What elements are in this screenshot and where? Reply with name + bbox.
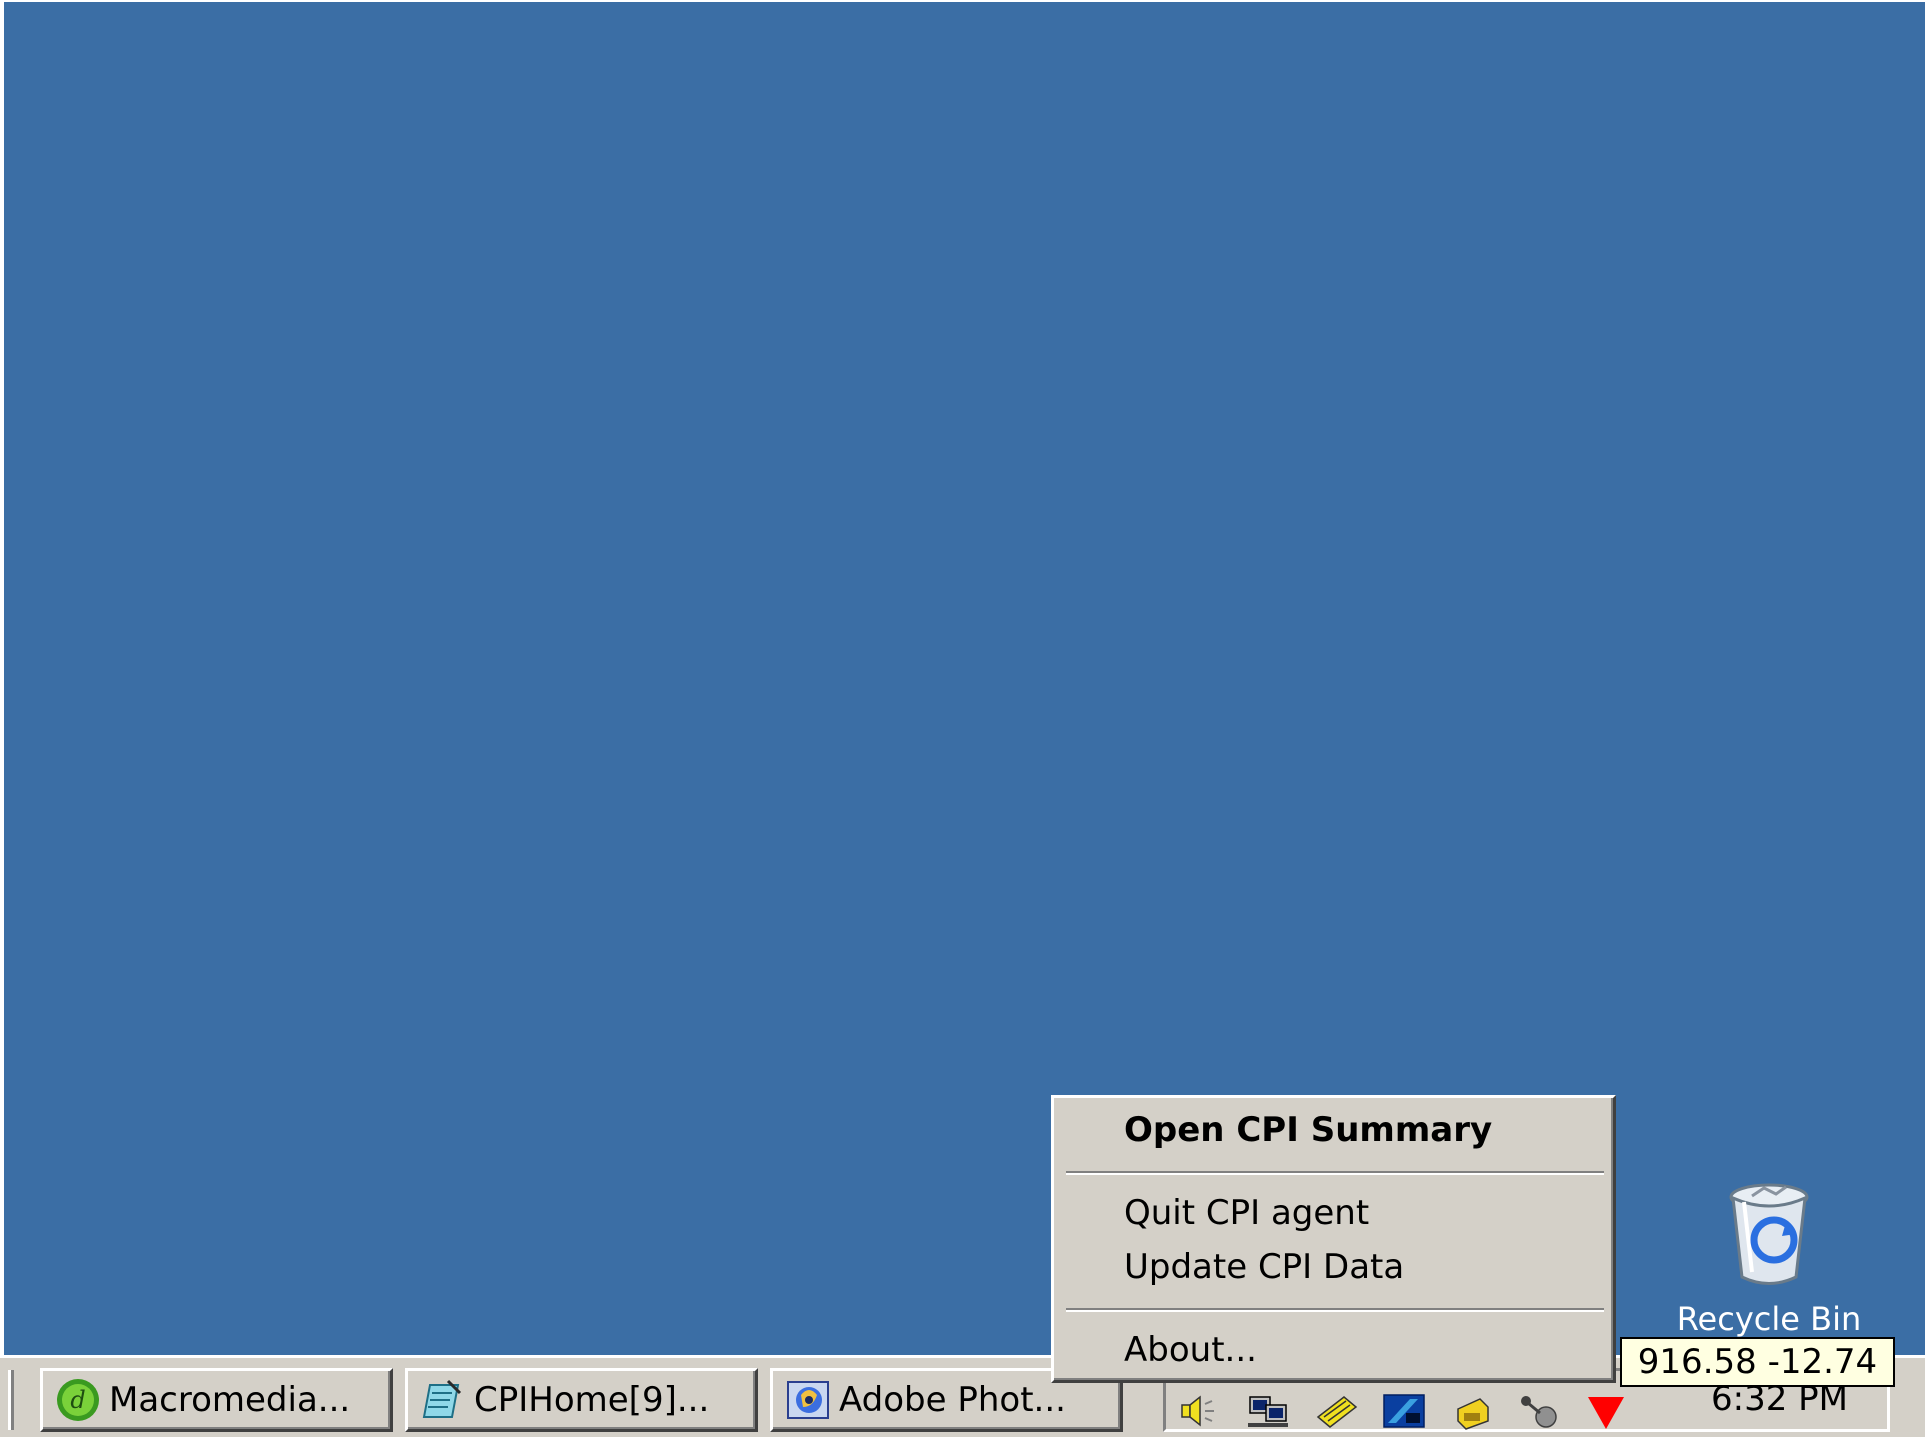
taskbar-button-label: Macromedia... (109, 1380, 351, 1420)
cpi-agent-red-arrow-icon[interactable] (1584, 1391, 1628, 1431)
recycle-bin-shortcut[interactable]: Recycle Bin (1649, 1182, 1889, 1342)
notepad-document-icon (422, 1379, 462, 1418)
recycle-bin-icon (1729, 1183, 1809, 1285)
yellow-app-icon[interactable] (1450, 1391, 1494, 1431)
display-settings-icon[interactable] (1382, 1391, 1426, 1431)
menu-separator (1066, 1171, 1604, 1175)
menu-item-quit-cpi-agent[interactable]: Quit CPI agent (1124, 1193, 1369, 1233)
menu-item-about[interactable]: About... (1124, 1330, 1257, 1370)
taskbar-button-cpihome[interactable]: CPIHome[9]... (405, 1368, 758, 1432)
menu-item-open-cpi-summary[interactable]: Open CPI Summary (1124, 1110, 1492, 1150)
taskbar-button-macromedia[interactable]: d Macromedia... (40, 1368, 393, 1432)
volume-icon[interactable] (1178, 1391, 1222, 1431)
menu-separator (1066, 1308, 1604, 1312)
menu-item-update-cpi-data[interactable]: Update CPI Data (1124, 1247, 1404, 1287)
cpi-context-menu: Open CPI Summary Quit CPI agent Update C… (1051, 1095, 1616, 1383)
desktop[interactable]: Recycle Bin (4, 2, 1925, 1355)
adobe-photoshop-icon (787, 1381, 829, 1419)
recycle-bin-label: Recycle Bin (1676, 1300, 1862, 1338)
svg-text:d: d (70, 1386, 85, 1414)
pen-tablet-icon[interactable] (1314, 1391, 1358, 1431)
cpi-tooltip: 916.58 -12.74 (1620, 1337, 1895, 1387)
dreamweaver-icon: d (57, 1379, 99, 1421)
taskbar-button-label: Adobe Phot... (839, 1380, 1066, 1420)
network-connection-icon[interactable] (1516, 1391, 1560, 1431)
taskbar-button-label: CPIHome[9]... (474, 1380, 710, 1420)
taskbar-grip[interactable] (8, 1370, 14, 1430)
network-computers-icon[interactable] (1246, 1391, 1290, 1431)
